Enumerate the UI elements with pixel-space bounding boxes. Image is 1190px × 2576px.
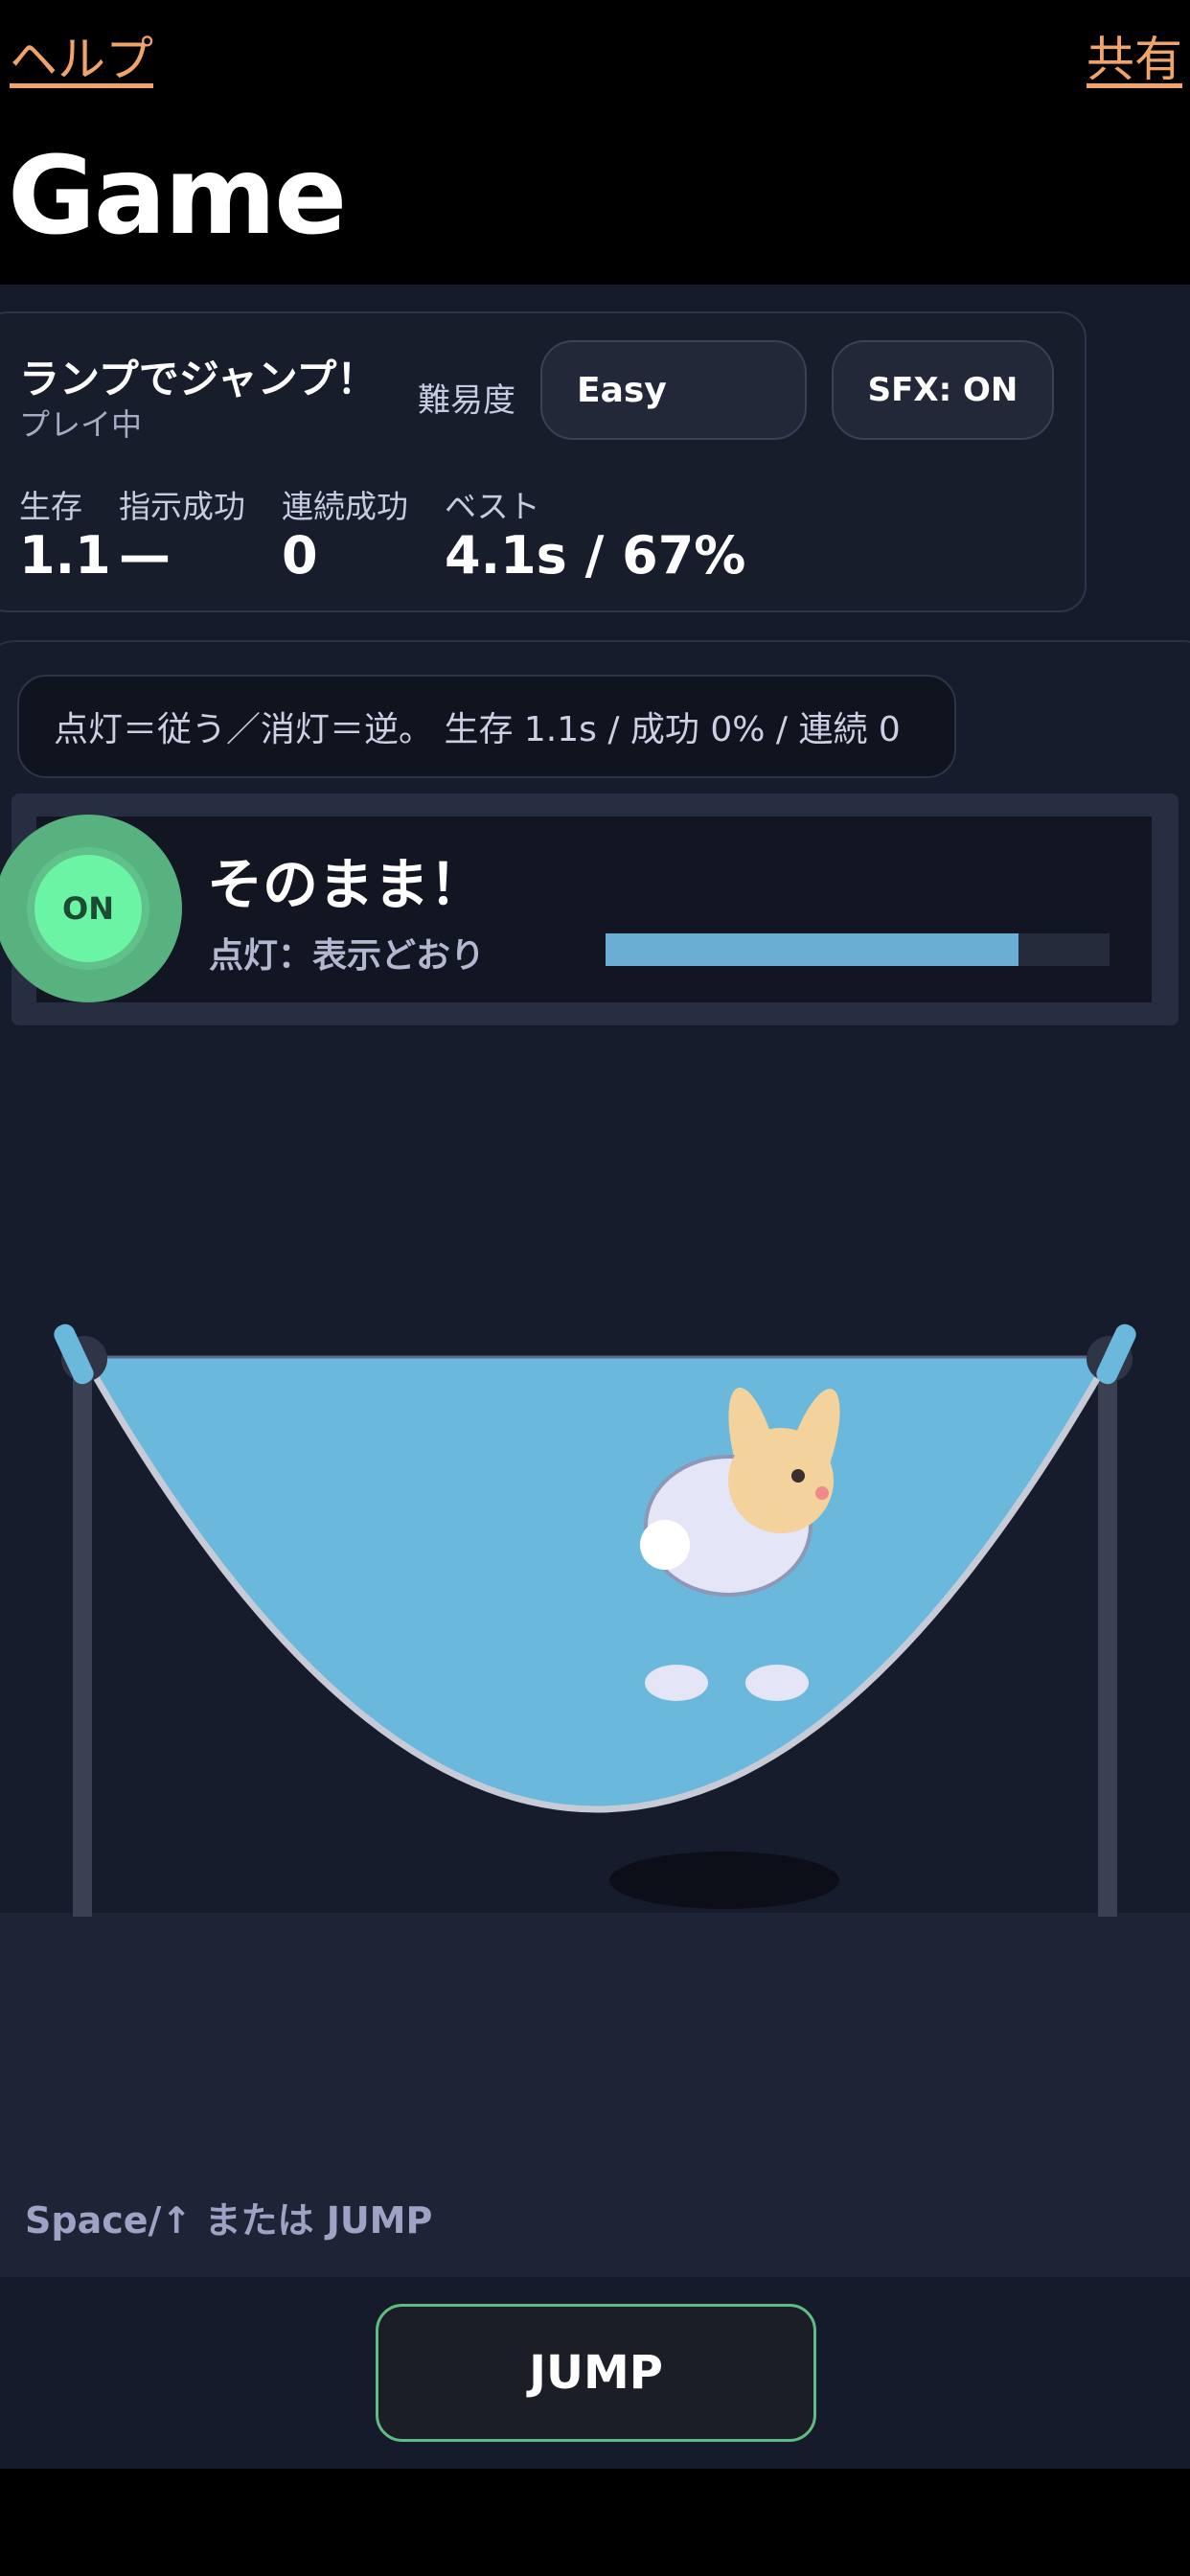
instruction-title: そのまま！ — [207, 852, 486, 917]
stat-value-best: 4.1s / 67% — [445, 525, 746, 586]
help-link[interactable]: ヘルプ — [10, 21, 153, 90]
bunny-head — [728, 1428, 834, 1533]
difficulty-select[interactable]: Easy — [540, 340, 807, 440]
stat-label-best: ベスト — [445, 488, 540, 525]
game-status: プレイ中 — [19, 406, 143, 443]
bunny-shadow — [609, 1852, 839, 1909]
jump-button[interactable]: JUMP — [376, 2304, 816, 2442]
controls-hint: Space/↑ または JUMP — [25, 2199, 433, 2242]
page-title: Game — [8, 134, 347, 259]
left-pole — [73, 1351, 92, 1917]
instruction-subtitle: 点灯：表示どおり — [209, 936, 486, 976]
trampoline-scene — [54, 1323, 1136, 1917]
difficulty-label: 難易度 — [418, 381, 515, 420]
game-title: ランプでジャンプ！ — [19, 356, 378, 402]
right-pole — [1098, 1351, 1117, 1917]
stat-value-survival: 1.1 — [19, 525, 111, 586]
bunny-right-foot — [745, 1665, 809, 1701]
top-bar: ヘルプ 共有 — [0, 0, 1190, 105]
stat-value-instruction-success: — — [119, 525, 171, 586]
stat-label-streak: 連続成功 — [282, 488, 408, 525]
stat-value-streak: 0 — [282, 525, 318, 586]
instruction-banner-inner — [36, 816, 1152, 1002]
bunny-tail — [640, 1520, 690, 1570]
stat-label-instruction-success: 指示成功 — [119, 488, 245, 525]
instruction-timer-bar — [606, 933, 1110, 966]
bunny-left-foot — [645, 1665, 708, 1701]
instruction-timer-fill — [606, 933, 1019, 966]
bunny-eye — [791, 1469, 805, 1483]
lamp-indicator: ON — [34, 855, 142, 962]
sfx-toggle-button[interactable]: SFX: ON — [832, 340, 1054, 440]
bunny-cheek — [815, 1486, 829, 1500]
share-link[interactable]: 共有 — [1087, 21, 1182, 90]
rule-hint: 点灯＝従う／消灯＝逆。 生存 1.1s / 成功 0% / 連続 0 — [17, 675, 956, 778]
bottom-safe-area — [0, 2469, 1190, 2576]
stat-label-survival: 生存 — [19, 488, 82, 525]
